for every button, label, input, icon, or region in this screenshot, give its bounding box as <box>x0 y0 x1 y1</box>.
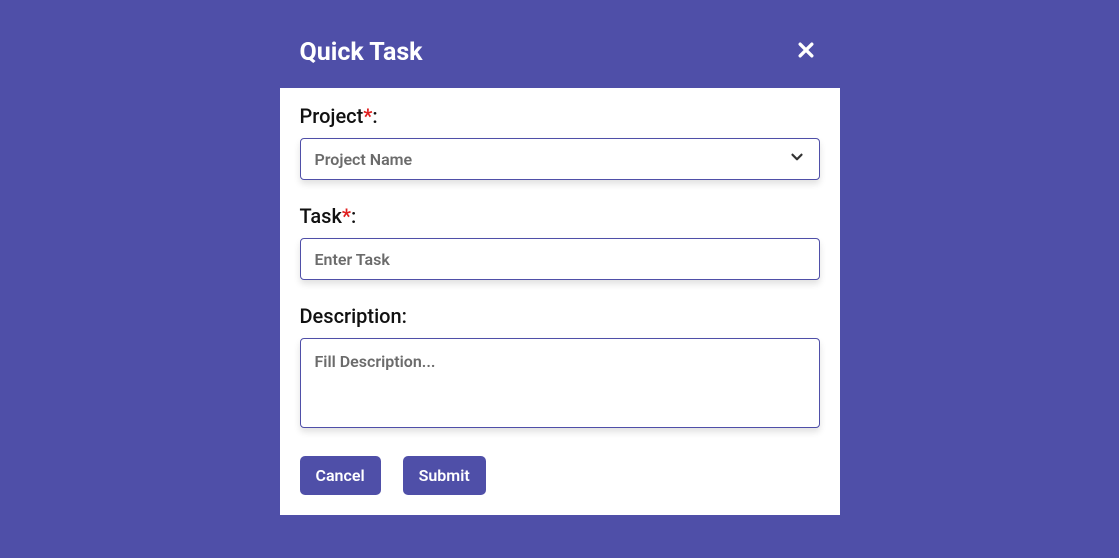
modal-title: Quick Task <box>300 38 423 67</box>
description-field-group: Description: <box>300 304 820 432</box>
close-button[interactable] <box>792 36 820 68</box>
task-label: Task*: <box>300 204 820 228</box>
modal-body: Project*: Project Name Task*: Descriptio… <box>280 88 840 515</box>
description-textarea[interactable] <box>300 338 820 428</box>
project-select-wrap: Project Name <box>300 138 820 180</box>
project-label: Project*: <box>300 104 820 128</box>
task-input[interactable] <box>300 238 820 280</box>
description-label: Description: <box>300 304 820 328</box>
modal-header: Quick Task <box>280 36 840 88</box>
required-marker: * <box>342 204 351 228</box>
cancel-button[interactable]: Cancel <box>300 456 381 495</box>
submit-button[interactable]: Submit <box>403 456 486 495</box>
project-select[interactable]: Project Name <box>300 138 820 180</box>
close-icon <box>796 40 816 64</box>
quick-task-modal: Quick Task Project*: Project Name <box>280 36 840 515</box>
task-field-group: Task*: <box>300 204 820 280</box>
button-row: Cancel Submit <box>300 456 820 495</box>
required-marker: * <box>363 104 372 128</box>
project-field-group: Project*: Project Name <box>300 104 820 180</box>
